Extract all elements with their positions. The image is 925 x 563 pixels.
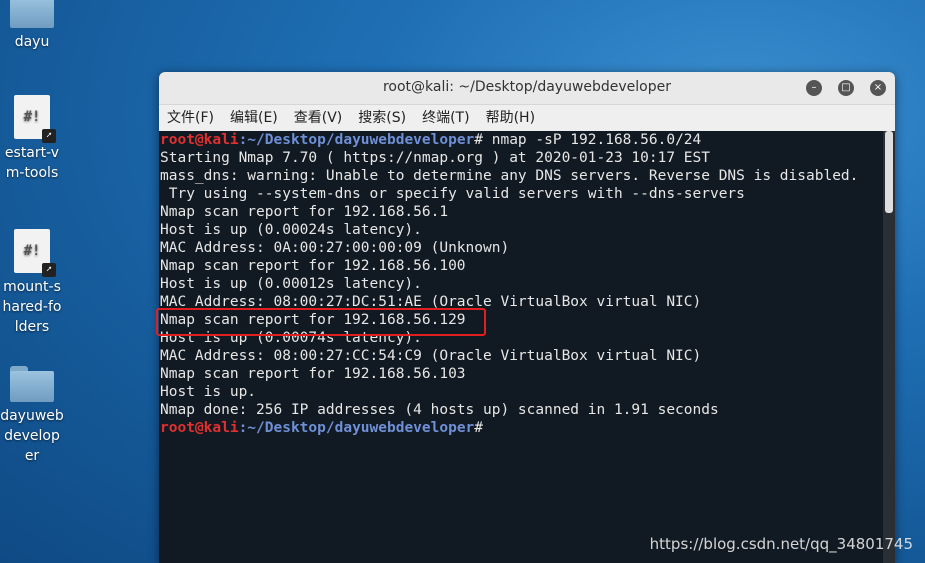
desktop-icon-mount-shared-folders[interactable]: #! ➚ mount-shared-folders [0, 229, 64, 337]
output-line: Starting Nmap 7.70 ( https://nmap.org ) … [160, 150, 710, 166]
desktop-icon-dayuwebdeveloper[interactable]: dayuwebdeveloper [0, 366, 64, 466]
highlight-box [156, 308, 486, 336]
close-button[interactable]: × [870, 80, 886, 96]
script-file-icon: #! ➚ [14, 95, 56, 143]
minimize-button[interactable]: – [806, 80, 822, 96]
maximize-button[interactable]: □ [838, 80, 854, 96]
menubar: 文件(F) 编辑(E) 查看(V) 搜索(S) 终端(T) 帮助(H) [159, 105, 895, 132]
folder-icon [10, 0, 54, 28]
output-line: MAC Address: 0A:00:27:00:00:09 (Unknown) [160, 240, 510, 256]
watermark-text: https://blog.csdn.net/qq_34801745 [649, 535, 913, 553]
window-titlebar[interactable]: root@kali: ~/Desktop/dayuwebdeveloper – … [159, 72, 895, 105]
output-line: Nmap scan report for 192.168.56.100 [160, 258, 466, 274]
output-line: Nmap done: 256 IP addresses (4 hosts up)… [160, 402, 719, 418]
menu-terminal[interactable]: 终端(T) [414, 105, 477, 131]
prompt-line: root@kali:~/Desktop/dayuwebdeveloper# nm… [160, 132, 702, 148]
menu-edit[interactable]: 编辑(E) [222, 105, 286, 131]
desktop-icon-label: estart-vm-tools [4, 145, 60, 181]
output-line: mass_dns: warning: Unable to determine a… [160, 168, 859, 184]
desktop-icon-restart-vm-tools[interactable]: #! ➚ estart-vm-tools [0, 95, 64, 183]
desktop-icon-label: dayuwebdeveloper [0, 408, 64, 464]
folder-icon [10, 366, 54, 402]
terminal-output[interactable]: root@kali:~/Desktop/dayuwebdeveloper# nm… [159, 131, 883, 563]
terminal-scrollbar[interactable] [883, 131, 895, 563]
desktop-icon-label: dayu [14, 34, 50, 50]
scrollbar-thumb[interactable] [885, 131, 893, 213]
output-line: Host is up (0.00012s latency). [160, 276, 422, 292]
output-line: Nmap scan report for 192.168.56.103 [160, 366, 466, 382]
output-line: MAC Address: 08:00:27:CC:54:C9 (Oracle V… [160, 348, 702, 364]
prompt-line: root@kali:~/Desktop/dayuwebdeveloper# [160, 420, 484, 436]
window-title: root@kali: ~/Desktop/dayuwebdeveloper [382, 79, 672, 95]
script-file-icon: #! ➚ [14, 229, 56, 277]
output-line: Host is up. [160, 384, 257, 400]
output-line: Try using --system-dns or specify valid … [160, 186, 745, 202]
desktop-icon-dayu[interactable]: dayu [0, 0, 64, 52]
menu-file[interactable]: 文件(F) [159, 105, 222, 131]
desktop-icon-label: mount-shared-folders [2, 279, 62, 335]
output-line: Nmap scan report for 192.168.56.1 [160, 204, 449, 220]
menu-view[interactable]: 查看(V) [286, 105, 351, 131]
menu-search[interactable]: 搜索(S) [350, 105, 414, 131]
output-line: Host is up (0.00024s latency). [160, 222, 422, 238]
menu-help[interactable]: 帮助(H) [478, 105, 543, 131]
